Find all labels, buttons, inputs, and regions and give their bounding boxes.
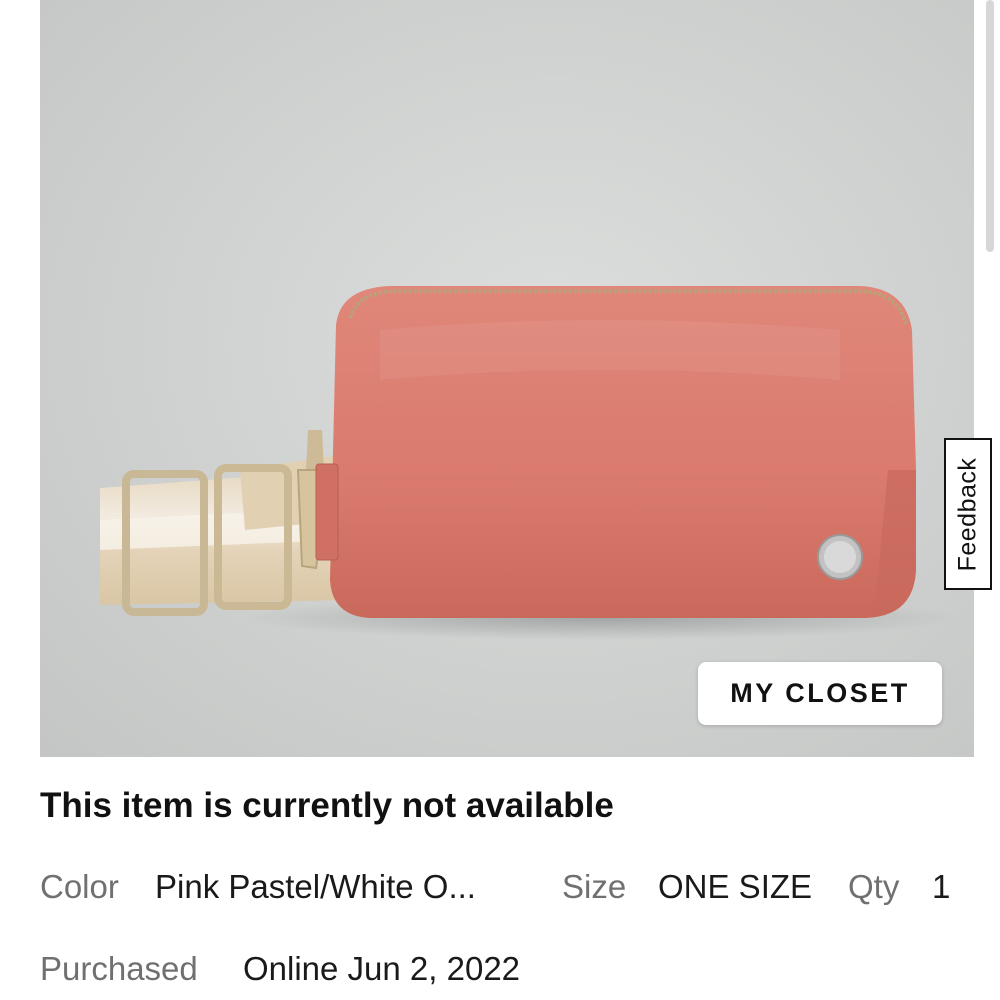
qty-label: Qty (848, 868, 900, 905)
size-value: ONE SIZE (658, 868, 813, 905)
order-item-page: Feedback MY CLOSET This item is currentl… (0, 0, 1000, 1000)
product-image[interactable] (40, 0, 974, 757)
my-closet-button[interactable]: MY CLOSET (698, 662, 942, 725)
bag-body (315, 286, 916, 618)
color-label: Color (40, 868, 119, 905)
qty-value: 1 (932, 868, 951, 905)
scrollbar[interactable] (986, 0, 994, 252)
availability-message: This item is currently not available (40, 786, 614, 825)
feedback-label: Feedback (953, 457, 982, 571)
purchased-label: Purchased (40, 950, 198, 987)
size-label: Size (562, 868, 627, 905)
belt-bag-illustration (100, 286, 960, 640)
purchased-value: Online Jun 2, 2022 (243, 950, 521, 987)
color-value: Pink Pastel/White O... (155, 868, 476, 905)
feedback-tab[interactable]: Feedback (944, 438, 992, 590)
